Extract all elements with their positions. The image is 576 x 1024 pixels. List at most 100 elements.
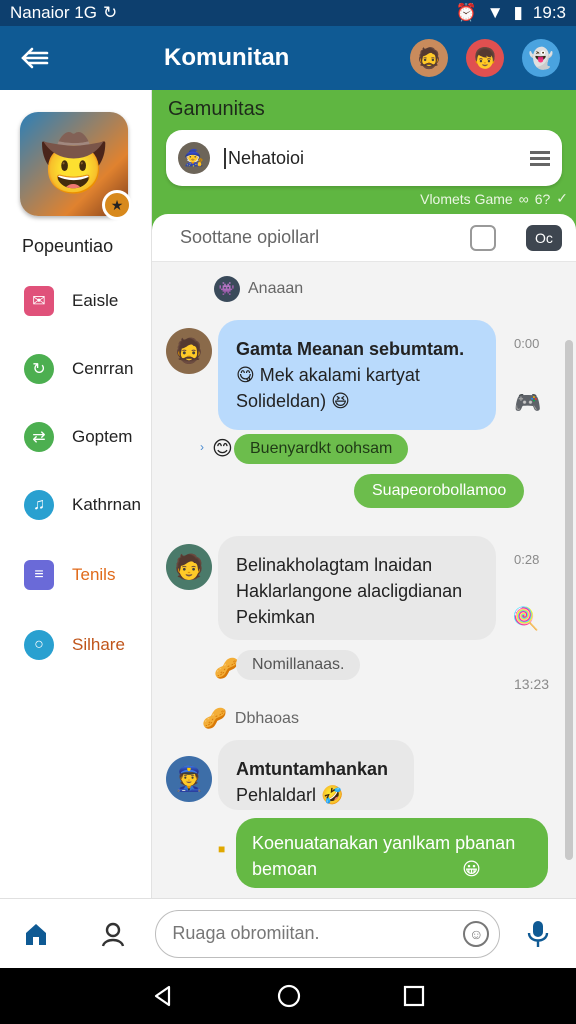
filter-toggle-button[interactable]: Oc	[526, 224, 562, 251]
carrier-label: Nanaior 1G	[10, 3, 97, 22]
clock: 19:3	[532, 3, 566, 22]
sync-status-icon: ↻	[102, 3, 118, 22]
person-icon	[101, 922, 124, 947]
home-button[interactable]	[0, 921, 72, 947]
music-icon: ♫	[24, 490, 54, 520]
sidebar-item-0[interactable]: ✉ Eaisle	[24, 286, 118, 316]
emoji-icon: 😋	[236, 365, 255, 385]
home-nav-icon[interactable]	[276, 983, 302, 1009]
game-badge-icon: ★	[102, 190, 132, 220]
message-input[interactable]: Ruaga obromiitan. ☺	[155, 909, 501, 958]
community-header: Gamunitas 🧙 Nehatoioi Vlomets Game ∞ 6? …	[152, 90, 576, 230]
refresh-icon: ↻	[24, 354, 54, 384]
sidebar-item-5[interactable]: ○ Silhare	[24, 630, 125, 660]
sidebar-title: Popeuntiao	[22, 236, 114, 256]
sidebar-item-label: Tenils	[72, 565, 116, 584]
message-line: 😋 Mek akalami kartyat	[236, 365, 420, 385]
avatar-user-2[interactable]: 👦	[466, 39, 504, 77]
game-status-label: Vlomets Game	[420, 190, 513, 207]
avatar: 🧙	[178, 142, 210, 174]
sender-icon: 🥜	[202, 708, 227, 730]
flag-icon: ■	[218, 842, 226, 856]
sidebar-item-3[interactable]: ♫ Kathrnan	[24, 490, 141, 520]
reply-arrow-icon: ›	[200, 440, 204, 454]
message-time: 13:23	[514, 676, 550, 692]
back-button[interactable]	[0, 47, 70, 69]
community-search-bar[interactable]: 🧙 Nehatoioi	[166, 130, 562, 186]
message-input-placeholder: Ruaga obromiitan.	[172, 923, 320, 943]
message-line: Amtuntamhankan	[236, 759, 389, 779]
sender-row: 👾 Anaaan	[214, 276, 303, 302]
message-time: 0:28	[514, 552, 540, 567]
sidebar-item-label: Cenrran	[72, 359, 134, 378]
message-line: Haklarlangone alacligdianan	[236, 581, 463, 601]
status-bar: Nanaior 1G ↻ ⏰ ▼ ▮ 19:3	[0, 0, 576, 26]
sticker-icon: 🍭	[512, 606, 540, 631]
sidebar-item-1[interactable]: ↻ Cenrran	[24, 354, 133, 384]
check-icon: ✓	[556, 190, 568, 206]
alarm-icon: ⏰	[455, 3, 477, 22]
message-line: Belinakholagtam lnaidan	[236, 555, 433, 575]
emoji-icon: 😆	[331, 391, 350, 411]
reply-chip[interactable]: Buenyardkt oohsam	[234, 434, 409, 464]
game-status: Vlomets Game ∞ 6? ✓	[420, 190, 568, 207]
message-time: 0:00	[514, 336, 540, 351]
emoji-icon: 😊	[212, 438, 233, 460]
main-panel: Gamunitas 🧙 Nehatoioi Vlomets Game ∞ 6? …	[152, 90, 576, 898]
link-icon: ∞	[518, 190, 529, 207]
emoji-icon: 🥜	[214, 658, 239, 680]
emoji-icon: 🤣	[321, 785, 344, 805]
sticker-icon: 🎮	[514, 390, 542, 415]
sidebar-item-4[interactable]: ≡ Tenils	[24, 560, 115, 590]
outgoing-message[interactable]: Suapeorobollamoo	[354, 474, 525, 508]
avatar: 👾	[214, 276, 240, 302]
community-title: Gamunitas	[168, 98, 265, 120]
message-bubble[interactable]: Amtuntamhankan Pehlaldarl 🤣	[218, 740, 414, 810]
avatar[interactable]: 🧔	[166, 328, 212, 374]
message-bubble[interactable]: Gamta Meanan sebumtam. 😋 Mek akalami kar…	[218, 320, 496, 430]
avatar[interactable]: 👮	[166, 756, 212, 802]
outgoing-message[interactable]: Koenuatanakan yanlkam pbanan bemoan 😀	[236, 818, 548, 888]
message-line: Solideldan) 😆	[236, 391, 350, 411]
sidebar-item-2[interactable]: ⇄ Goptem	[24, 422, 132, 452]
chat-thread[interactable]: 👾 Anaaan 🧔 Gamta Meanan sebumtam. 😋 Mek …	[152, 262, 576, 898]
bookmark-icon: ✉	[24, 286, 54, 316]
sync-icon: ⇄	[24, 422, 54, 452]
sticker-icon[interactable]	[470, 224, 496, 251]
message-line: Pehlaldarl 🤣	[236, 785, 344, 805]
filter-bar: Soottane opiollarl Oc	[152, 214, 576, 262]
search-input[interactable]: Nehatoioi	[224, 147, 304, 169]
filter-input[interactable]: Soottane opiollarl	[180, 227, 319, 248]
page-title: Komunitan	[164, 44, 290, 71]
sender-name: Dbhaoas	[234, 709, 299, 727]
avatar[interactable]: 🧑	[166, 544, 212, 590]
emoji-picker-icon[interactable]: ☺	[463, 920, 490, 947]
message-bubble[interactable]: Belinakholagtam lnaidan Haklarlangone al…	[218, 536, 496, 640]
game-thumbnail[interactable]: 🤠 ★	[20, 112, 132, 220]
recents-nav-icon[interactable]	[403, 985, 425, 1007]
mic-icon	[527, 920, 549, 947]
avatar-user-1[interactable]: 🧔	[410, 39, 448, 77]
mic-button[interactable]	[500, 919, 576, 949]
reply-chip[interactable]: Nomillanaas.	[236, 650, 361, 680]
sender-name: Anaaan	[248, 280, 304, 297]
emoji-icon: 😀	[462, 859, 481, 879]
battery-icon: ▮	[513, 3, 523, 22]
sidebar: 🤠 ★ Popeuntiao ✉ Eaisle ↻ Cenrran ⇄ Gopt…	[0, 90, 152, 898]
list-icon: ≡	[24, 560, 54, 590]
sidebar-item-label: Silhare	[72, 635, 125, 654]
message-line: Koenuatanakan yanlkam pbanan	[252, 833, 516, 853]
profile-button[interactable]	[72, 920, 156, 948]
chat-icon: ○	[24, 630, 54, 660]
avatar-user-3[interactable]: 👻	[522, 39, 560, 77]
menu-icon[interactable]	[530, 148, 550, 169]
game-status-count: 6?	[534, 190, 551, 207]
message-line: bemoan 😀	[252, 859, 481, 879]
scrollbar[interactable]	[564, 262, 574, 898]
system-nav-bar	[0, 968, 576, 1024]
sidebar-item-label: Eaisle	[72, 291, 119, 310]
app-bar: Komunitan 🧔 👦 👻	[0, 26, 576, 90]
back-arrow-icon	[21, 47, 49, 69]
bottom-toolbar: Ruaga obromiitan. ☺	[0, 898, 576, 968]
back-nav-icon[interactable]	[151, 984, 175, 1008]
